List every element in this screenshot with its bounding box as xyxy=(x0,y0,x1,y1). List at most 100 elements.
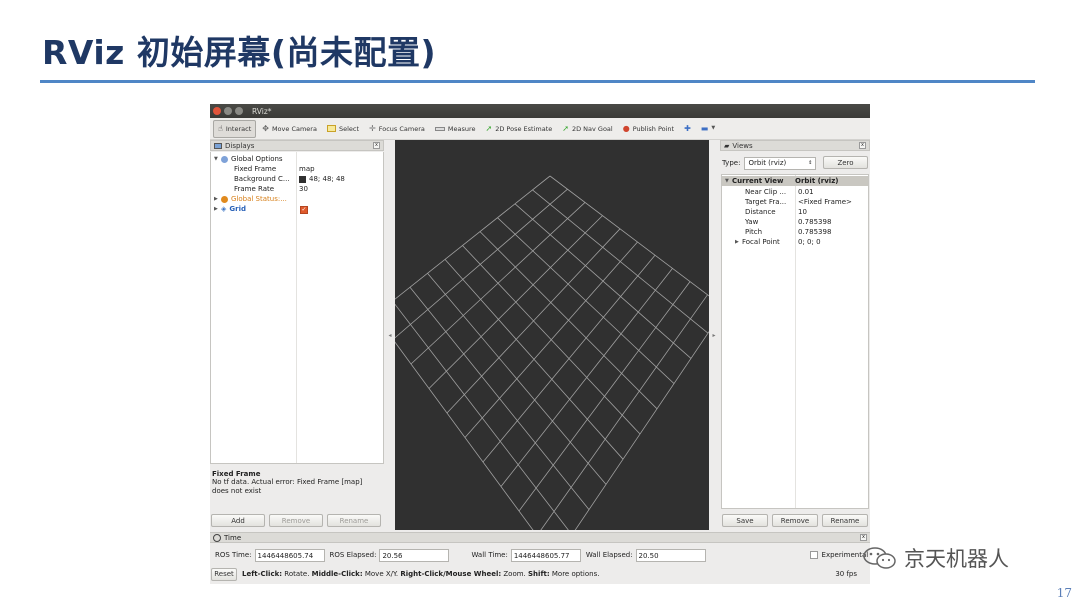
tool-2d-nav-goal[interactable]: ➚ 2D Nav Goal xyxy=(558,120,616,138)
expand-right-icon[interactable]: ▶ xyxy=(735,239,742,245)
tree-item-frame-rate[interactable]: Frame Rate xyxy=(234,184,274,194)
window-close-icon[interactable] xyxy=(213,107,221,115)
add-display-button[interactable]: Add xyxy=(211,514,265,527)
tool-move-camera[interactable]: ✥ Move Camera xyxy=(258,120,321,138)
type-label: Type: xyxy=(722,159,741,167)
tree-label: Global Options xyxy=(231,155,283,163)
remove-tool-button[interactable]: ▬ ▼ xyxy=(697,120,719,138)
tree-item-background-color[interactable]: Background C... xyxy=(234,174,290,184)
zero-button[interactable]: Zero xyxy=(823,156,868,169)
time-row: ROS Time: 1446448605.74 ROS Elapsed: 20.… xyxy=(210,545,870,565)
tree-label: Near Clip ... xyxy=(745,188,787,196)
tree-value: 0.01 xyxy=(798,188,814,196)
prop-focal-point-value[interactable]: 0; 0; 0 xyxy=(798,237,821,247)
move-camera-icon: ✥ xyxy=(262,123,269,133)
tree-value: 10 xyxy=(798,208,807,216)
rename-view-button[interactable]: Rename xyxy=(822,514,868,527)
tree-label: Focal Point xyxy=(742,238,780,246)
wall-elapsed-label: Wall Elapsed: xyxy=(585,551,633,559)
wall-elapsed-field[interactable]: 20.50 xyxy=(635,548,706,562)
ros-time-field[interactable]: 1446448605.74 xyxy=(254,548,325,562)
close-icon[interactable]: x xyxy=(860,534,867,541)
tree-column-divider xyxy=(795,175,796,508)
prop-yaw[interactable]: Yaw xyxy=(745,217,758,227)
prop-near-clip[interactable]: Near Clip ... xyxy=(745,187,786,197)
grid-icon: ◈ xyxy=(221,205,227,213)
expand-down-icon[interactable]: ▼ xyxy=(725,178,732,184)
status-row: Reset Left-Click: Rotate. Middle-Click: … xyxy=(210,566,870,582)
select-box-icon xyxy=(326,125,336,132)
spinner-icon: ⇕ xyxy=(808,160,813,166)
experimental-checkbox[interactable] xyxy=(809,551,818,559)
tree-label: Global Status:... xyxy=(231,195,287,203)
grid-line xyxy=(427,273,607,485)
add-tool-button[interactable]: ✚ xyxy=(680,120,695,138)
chevron-down-icon: ▼ xyxy=(711,125,716,131)
tool-focus-camera[interactable]: ✛ Focus Camera xyxy=(365,120,429,138)
reset-button[interactable]: Reset xyxy=(211,567,237,581)
expand-right-icon[interactable]: ▶ xyxy=(214,196,221,202)
prop-pitch-value[interactable]: 0.785398 xyxy=(798,227,831,237)
close-icon[interactable]: x xyxy=(373,142,380,149)
render-viewport[interactable] xyxy=(395,140,709,530)
tree-item-grid[interactable]: ▶ ◈ Grid xyxy=(214,204,246,214)
tool-2d-pose-estimate[interactable]: ➚ 2D Pose Estimate xyxy=(482,120,557,138)
tree-item-fixed-frame[interactable]: Fixed Frame xyxy=(234,164,276,174)
pin-icon: ● xyxy=(622,123,630,133)
background-color-value[interactable]: 48; 48; 48 xyxy=(299,174,345,184)
hint-text: Zoom. xyxy=(501,570,529,578)
window-minimize-icon[interactable] xyxy=(224,107,232,115)
time-title: Time xyxy=(224,533,242,542)
title-divider xyxy=(40,80,1035,83)
rename-display-button[interactable]: Rename xyxy=(327,514,381,527)
displays-panel: Displays x ▼ Global Options Fixed Frame … xyxy=(210,140,384,565)
views-panel: ▰ Views x Type: Orbit (rviz) ⇕ Zero ▼ Cu… xyxy=(720,140,870,530)
expand-down-icon[interactable]: ▼ xyxy=(214,156,221,162)
close-icon[interactable]: x xyxy=(859,142,866,149)
minus-icon: ▬ xyxy=(700,123,709,133)
prop-focal-point[interactable]: ▶ Focal Point xyxy=(735,237,780,247)
tool-publish-point[interactable]: ● Publish Point xyxy=(619,120,678,138)
checkbox-checked-icon[interactable]: ✓ xyxy=(300,206,308,214)
left-splitter[interactable]: ◂ xyxy=(385,140,395,530)
remove-display-button[interactable]: Remove xyxy=(269,514,323,527)
displays-title: Displays xyxy=(225,141,255,150)
grid-line xyxy=(540,294,708,530)
tree-label: Fixed Frame xyxy=(234,165,277,173)
tree-label: Distance xyxy=(745,208,776,216)
grid-line xyxy=(395,341,534,530)
window-maximize-icon[interactable] xyxy=(235,107,243,115)
expand-right-icon[interactable]: ▶ xyxy=(214,206,221,212)
tree-item-current-view[interactable]: ▼ Current View Orbit (rviz) xyxy=(722,176,868,186)
fixed-frame-value[interactable]: map xyxy=(299,164,315,174)
tree-value: <Fixed Frame> xyxy=(798,198,852,206)
chevron-right-icon[interactable]: ▸ xyxy=(712,332,715,339)
prop-distance-value[interactable]: 10 xyxy=(798,207,807,217)
tool-interact[interactable]: ☝ Interact xyxy=(213,119,257,138)
grid-enabled-checkbox[interactable]: ✓ xyxy=(300,205,308,215)
chevron-left-icon[interactable]: ◂ xyxy=(388,332,391,339)
prop-distance[interactable]: Distance xyxy=(745,207,776,217)
tool-measure[interactable]: Measure xyxy=(431,120,480,138)
right-splitter[interactable]: ▸ xyxy=(709,140,719,530)
tree-item-global-options[interactable]: ▼ Global Options xyxy=(214,154,283,164)
save-view-button[interactable]: Save xyxy=(722,514,768,527)
hint-text: Move X/Y. xyxy=(362,570,401,578)
prop-yaw-value[interactable]: 0.785398 xyxy=(798,217,831,227)
prop-target-frame[interactable]: Target Fra... xyxy=(745,197,786,207)
tree-label: Current View xyxy=(732,177,784,185)
prop-near-clip-value[interactable]: 0.01 xyxy=(798,187,814,197)
prop-target-frame-value[interactable]: <Fixed Frame> xyxy=(798,197,852,207)
wall-time-field[interactable]: 1446448605.77 xyxy=(510,548,581,562)
tool-select[interactable]: Select xyxy=(323,120,363,138)
view-type-select[interactable]: Orbit (rviz) ⇕ xyxy=(744,156,817,170)
remove-view-button[interactable]: Remove xyxy=(772,514,818,527)
grid-line xyxy=(482,254,656,463)
frame-rate-value[interactable]: 30 xyxy=(299,184,308,194)
prop-pitch[interactable]: Pitch xyxy=(745,227,762,237)
tree-item-global-status[interactable]: ▶ Global Status:... xyxy=(214,194,287,204)
ros-elapsed-field[interactable]: 20.56 xyxy=(379,548,450,562)
tool-label: Measure xyxy=(447,124,476,133)
window-title: RViz* xyxy=(252,106,272,116)
wall-time-label: Wall Time: xyxy=(471,551,508,559)
